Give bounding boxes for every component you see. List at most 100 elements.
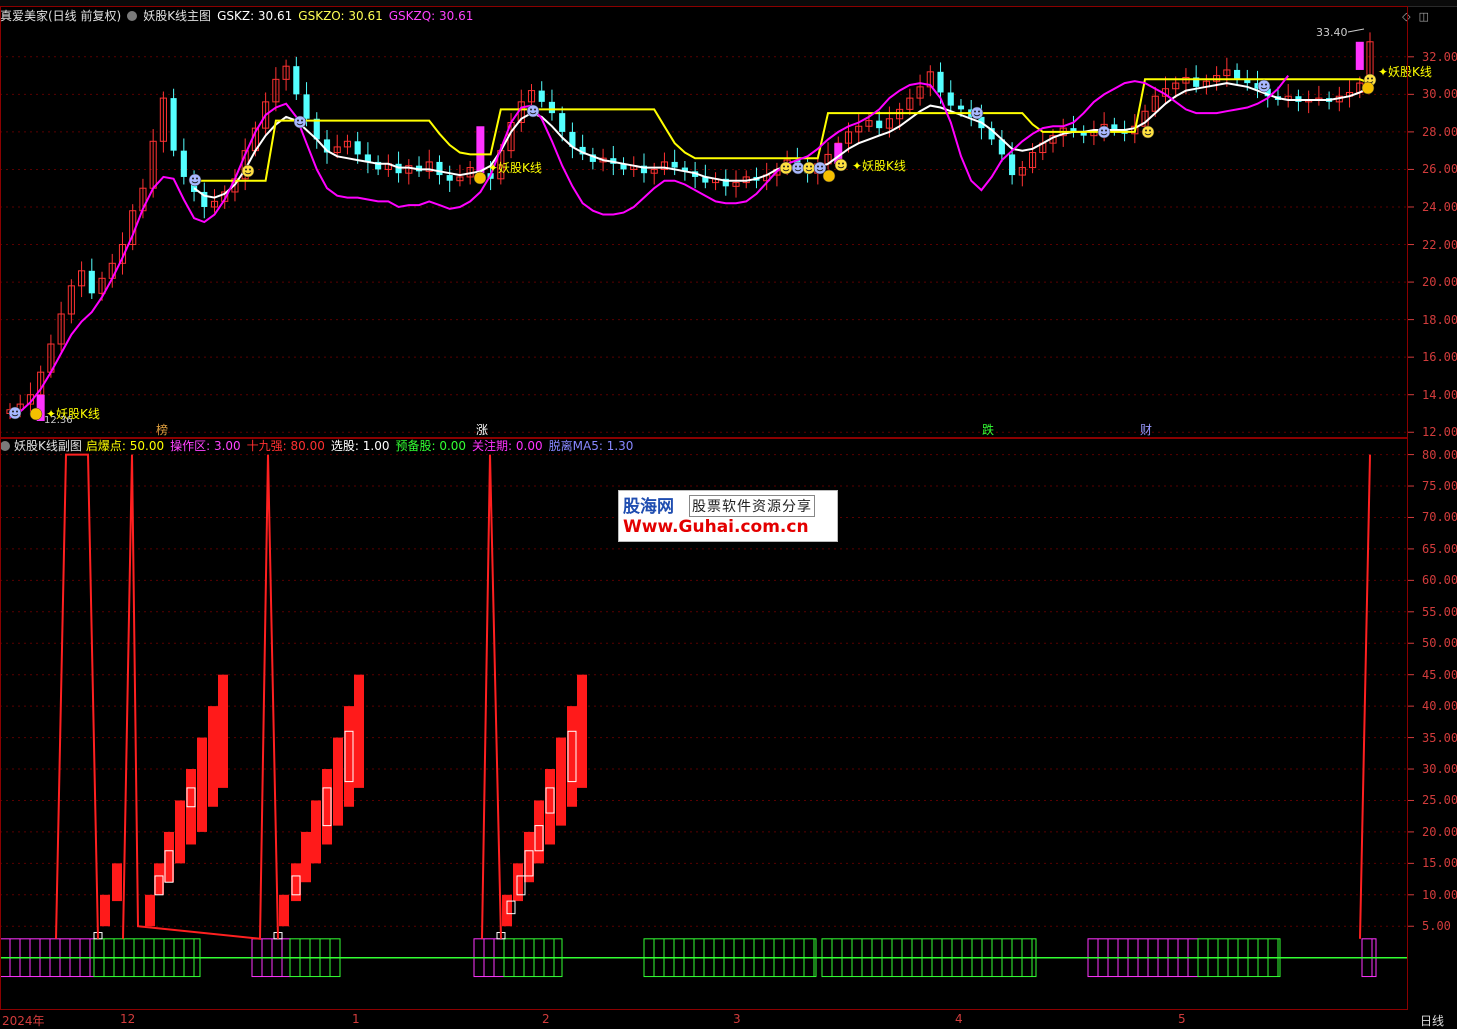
yao-k-label: ✦妖股K线 bbox=[852, 159, 906, 173]
smiley-icon-eye bbox=[783, 165, 785, 168]
x-label-2024: 2024年 bbox=[2, 1014, 45, 1028]
candle-body-down bbox=[170, 98, 177, 151]
smiley-icon-eye bbox=[1367, 77, 1369, 80]
sub-y-tick-label: 75.00 bbox=[1422, 479, 1457, 494]
money-bag-icon bbox=[822, 169, 836, 183]
candle-body-down bbox=[548, 101, 556, 114]
candle-body-down bbox=[303, 94, 310, 119]
smiley-icon-eye bbox=[530, 108, 532, 111]
smiley-icon-eye bbox=[249, 168, 251, 171]
smiley-icon bbox=[293, 115, 307, 129]
sub-y-tick-label: 45.00 bbox=[1422, 667, 1457, 682]
money-bag-icon bbox=[1361, 81, 1375, 95]
smiley-icon-eye bbox=[192, 177, 194, 180]
watermark: 股海网 股票软件资源分享 Www.Guhai.com.cn bbox=[618, 490, 838, 542]
smiley-icon bbox=[779, 161, 793, 175]
smiley-icon-eye bbox=[842, 162, 844, 165]
sub-y-tick-label: 35.00 bbox=[1422, 730, 1457, 745]
high-price-pointer bbox=[1347, 28, 1365, 33]
sub-y-tick-label: 30.00 bbox=[1422, 762, 1457, 777]
candle-body-down bbox=[947, 92, 954, 106]
strength-bar bbox=[556, 737, 566, 826]
strength-bar bbox=[175, 800, 185, 864]
candle-body-down bbox=[957, 105, 965, 110]
strength-bar bbox=[218, 674, 228, 788]
smiley-icon-eye bbox=[1145, 129, 1147, 132]
strength-bar bbox=[354, 674, 364, 788]
main-y-tick-label: 22.00 bbox=[1422, 237, 1457, 252]
smiley-icon-eye bbox=[297, 119, 299, 122]
sub-y-tick-label: 40.00 bbox=[1422, 699, 1457, 714]
smiley-icon-eye bbox=[1101, 129, 1103, 132]
yao-k-label: ✦妖股K线 bbox=[488, 161, 542, 175]
main-y-tick-label: 14.00 bbox=[1422, 387, 1457, 402]
signal-candle bbox=[1355, 41, 1364, 70]
smiley-icon-eye bbox=[16, 410, 18, 413]
low-price-label: 12.36 bbox=[44, 415, 73, 426]
candle-body-down bbox=[559, 113, 566, 132]
signal-tag: 跌 bbox=[982, 422, 994, 437]
candle-body-down bbox=[446, 175, 453, 181]
smiley-icon-eye bbox=[795, 165, 797, 168]
yao-k-label: ✦妖股K线 bbox=[1378, 65, 1432, 79]
main-y-tick-label: 18.00 bbox=[1422, 312, 1457, 327]
x-label-apr: 4 bbox=[955, 1012, 963, 1026]
candle-body-down bbox=[354, 141, 361, 155]
period-daily-button[interactable]: 日线 bbox=[1420, 1012, 1444, 1029]
smiley-icon-eye bbox=[978, 110, 980, 113]
strength-bar bbox=[145, 894, 155, 927]
smiley-icon bbox=[188, 173, 202, 187]
candle-body-down bbox=[538, 90, 545, 102]
smiley-icon-eye bbox=[1265, 83, 1267, 86]
sub-y-tick-label: 70.00 bbox=[1422, 510, 1457, 525]
sub-y-tick-label: 65.00 bbox=[1422, 541, 1457, 556]
smiley-icon bbox=[8, 406, 22, 420]
smiley-icon bbox=[526, 104, 540, 118]
watermark-url: Www.Guhai.com.cn bbox=[623, 517, 809, 537]
smiley-icon-eye bbox=[301, 119, 303, 122]
smiley-icon-eye bbox=[838, 162, 840, 165]
smiley-icon bbox=[1257, 79, 1271, 93]
sub-y-tick-label: 20.00 bbox=[1422, 824, 1457, 839]
signal-tag: 榜 bbox=[156, 422, 168, 437]
main-y-tick-label: 30.00 bbox=[1422, 87, 1457, 102]
strength-bar bbox=[197, 737, 207, 832]
smiley-icon-eye bbox=[806, 165, 808, 168]
ma-line-white bbox=[193, 82, 1371, 199]
smiley-icon bbox=[802, 161, 816, 175]
strength-bar bbox=[577, 674, 587, 788]
sub-y-tick-label: 10.00 bbox=[1422, 887, 1457, 902]
watermark-slogan: 股票软件资源分享 bbox=[689, 495, 815, 517]
candle-body-down bbox=[876, 120, 883, 129]
main-y-tick-label: 26.00 bbox=[1422, 162, 1457, 177]
main-y-tick-label: 32.00 bbox=[1422, 49, 1457, 64]
smiley-icon bbox=[834, 158, 848, 172]
smiley-icon bbox=[1097, 125, 1111, 139]
sub-y-tick-label: 15.00 bbox=[1422, 856, 1457, 871]
main-y-tick-label: 24.00 bbox=[1422, 199, 1457, 214]
strength-bar bbox=[279, 894, 289, 927]
x-label-may: 5 bbox=[1178, 1012, 1186, 1026]
smiley-icon-eye bbox=[1105, 129, 1107, 132]
smiley-icon-eye bbox=[810, 165, 812, 168]
main-y-tick-label: 12.00 bbox=[1422, 425, 1457, 440]
smiley-icon-eye bbox=[817, 165, 819, 168]
smiley-icon-eye bbox=[799, 165, 801, 168]
candle-body-down bbox=[671, 161, 678, 168]
smiley-icon-eye bbox=[821, 165, 823, 168]
smiley-icon-eye bbox=[196, 177, 198, 180]
smiley-icon-eye bbox=[787, 165, 789, 168]
strength-bar bbox=[301, 831, 311, 883]
smiley-icon-eye bbox=[245, 168, 247, 171]
strength-bar bbox=[333, 737, 343, 826]
strength-bar bbox=[208, 706, 218, 807]
smiley-icon-eye bbox=[1261, 83, 1263, 86]
smiley-icon-eye bbox=[1371, 77, 1373, 80]
smiley-icon bbox=[791, 161, 805, 175]
candle-body-down bbox=[180, 150, 187, 177]
strength-bar bbox=[513, 863, 523, 902]
sub-y-tick-label: 25.00 bbox=[1422, 793, 1457, 808]
x-label-feb: 2 bbox=[542, 1012, 550, 1026]
smiley-icon bbox=[1141, 125, 1155, 139]
smiley-icon bbox=[970, 106, 984, 120]
